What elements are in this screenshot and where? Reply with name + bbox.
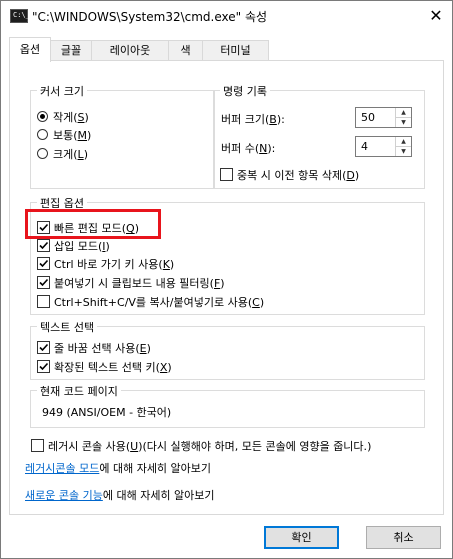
tab-terminal[interactable]: 터미널 <box>202 40 269 61</box>
cursor-small-label[interactable]: 작게(S) <box>53 109 89 125</box>
buffer-size-spinner[interactable]: 50 ▲ ▼ <box>355 107 412 128</box>
legacy-console-checkbox[interactable] <box>31 439 44 452</box>
cursor-medium-label[interactable]: 보통(M) <box>53 127 91 143</box>
cmd-icon: C:\_ <box>10 9 30 23</box>
code-page-value: 949 (ANSI/OEM - 한국어) <box>42 406 172 419</box>
ctrl-shift-cv-checkbox[interactable] <box>37 295 50 308</box>
extended-selection-keys-label[interactable]: 확장된 텍스트 선택 키(X) <box>54 359 172 375</box>
tab-options[interactable]: 옵션 <box>9 37 51 62</box>
cursor-size-title: 커서 크기 <box>37 83 87 99</box>
buffer-count-value[interactable]: 4 <box>361 140 368 153</box>
filter-clipboard-label[interactable]: 붙여넣기 시 클립보드 내용 필터링(F) <box>54 275 225 291</box>
ctrl-shortcuts-checkbox[interactable] <box>37 257 50 270</box>
new-features-help: 새로운 콘솔 기능에 대해 자세히 알아보기 <box>25 487 215 503</box>
insert-mode-label[interactable]: 삽입 모드(I) <box>54 238 110 254</box>
spin-up-icon[interactable]: ▲ <box>396 137 411 146</box>
close-icon[interactable]: ✕ <box>420 1 452 31</box>
highlight-box <box>25 209 161 239</box>
tab-layout[interactable]: 레이아웃 <box>91 40 169 61</box>
ctrl-shortcuts-label[interactable]: Ctrl 바로 가기 키 사용(K) <box>54 256 174 272</box>
discard-duplicates-label[interactable]: 중복 시 이전 항목 삭제(D) <box>237 167 359 183</box>
code-page-title: 현재 코드 페이지 <box>37 383 121 399</box>
insert-mode-checkbox[interactable] <box>37 239 50 252</box>
spin-down-icon[interactable]: ▼ <box>396 146 411 156</box>
extended-selection-keys-checkbox[interactable] <box>37 360 50 373</box>
filter-clipboard-checkbox[interactable] <box>37 276 50 289</box>
cancel-button[interactable]: 취소 <box>366 526 441 549</box>
new-features-link[interactable]: 새로운 콘솔 기능 <box>25 489 103 502</box>
buffer-size-label: 버퍼 크기(B): <box>221 113 285 126</box>
discard-duplicates-checkbox[interactable] <box>220 168 233 181</box>
buffer-count-spinner[interactable]: 4 ▲ ▼ <box>355 136 412 157</box>
buffer-size-value[interactable]: 50 <box>361 111 375 124</box>
ctrl-shift-cv-label[interactable]: Ctrl+Shift+C/V를 복사/붙여넣기로 사용(C) <box>54 294 264 310</box>
text-selection-title: 텍스트 선택 <box>37 319 98 335</box>
legacy-console-link[interactable]: 레거시콘솔 모드 <box>25 462 99 475</box>
buffer-count-label: 버퍼 수(N): <box>221 142 276 155</box>
legacy-console-help: 레거시콘솔 모드에 대해 자세히 알아보기 <box>25 460 211 476</box>
properties-dialog: C:\_ "C:\WINDOWS\System32\cmd.exe" 속성 ✕ … <box>0 0 453 559</box>
legacy-console-help-suffix: 에 대해 자세히 알아보기 <box>99 462 212 475</box>
command-history-title: 명령 기록 <box>220 83 270 99</box>
cursor-large-label[interactable]: 크게(L) <box>53 146 88 162</box>
window-title: "C:\WINDOWS\System32\cmd.exe" 속성 <box>32 10 268 24</box>
title-bar: C:\_ "C:\WINDOWS\System32\cmd.exe" 속성 ✕ <box>1 1 452 31</box>
line-wrap-selection-checkbox[interactable] <box>37 341 50 354</box>
cursor-large-radio[interactable] <box>37 148 48 159</box>
legacy-console-label[interactable]: 레거시 콘솔 사용(U)(다시 실행해야 하며, 모든 콘솔에 영향을 줍니다.… <box>48 438 371 454</box>
tab-font[interactable]: 글꼴 <box>50 40 92 61</box>
cursor-small-radio[interactable] <box>37 111 48 122</box>
tab-colors[interactable]: 색 <box>168 40 203 61</box>
ok-button[interactable]: 확인 <box>264 526 339 549</box>
line-wrap-selection-label[interactable]: 줄 바꿈 선택 사용(E) <box>54 340 151 356</box>
spin-down-icon[interactable]: ▼ <box>396 117 411 127</box>
spin-up-icon[interactable]: ▲ <box>396 108 411 117</box>
cmd-icon-text: C:\_ <box>13 11 30 19</box>
cursor-medium-radio[interactable] <box>37 129 48 140</box>
new-features-help-suffix: 에 대해 자세히 알아보기 <box>102 489 215 502</box>
